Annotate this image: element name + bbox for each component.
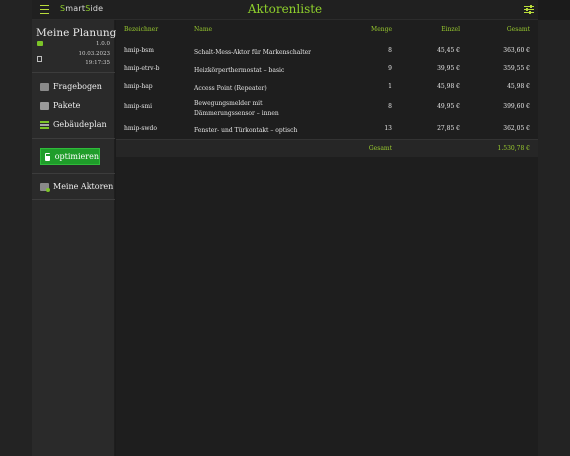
actuators-icon xyxy=(40,182,50,192)
cell-einzel: 27,85 € xyxy=(437,125,460,132)
nav-item-gebaeudeplan[interactable]: Gebäudeplan xyxy=(40,118,107,131)
cell-gesamt: 359,55 € xyxy=(503,65,530,72)
nav-item-label: Meine Aktoren xyxy=(53,182,114,191)
nav-item-label: Gebäudeplan xyxy=(53,120,107,129)
top-bar: SmartSide Aktorenliste xyxy=(32,0,538,20)
header-name[interactable]: Name xyxy=(194,26,212,33)
table-row[interactable]: hmip-smi Bewegungsmelder mit Dämmerungss… xyxy=(116,98,538,120)
footer-total-value: 1.530,78 € xyxy=(497,145,530,152)
table-row[interactable]: hmip-hap Access Point (Repeater) 1 45,98… xyxy=(116,83,538,95)
cell-menge: 1 xyxy=(388,83,392,90)
calculator-icon xyxy=(45,152,50,161)
cell-einzel: 45,98 € xyxy=(437,83,460,90)
cell-gesamt: 45,98 € xyxy=(507,83,530,90)
cell-name: Access Point (Repeater) xyxy=(194,85,267,92)
nav-item-fragebogen[interactable]: Fragebogen xyxy=(40,80,102,93)
sidebar-divider xyxy=(32,72,115,73)
cell-gesamt: 362,05 € xyxy=(503,125,530,132)
right-background-pane xyxy=(538,20,570,456)
cell-bezeichner: hmip-etrv-b xyxy=(124,65,160,72)
sidebar-divider xyxy=(32,173,115,174)
cell-name: Schalt-Mess-Aktor für Markenschalter xyxy=(194,49,312,56)
sidebar-divider xyxy=(32,138,115,139)
cell-gesamt: 399,60 € xyxy=(503,103,530,110)
cell-name-line2: Dämmerungssensor – innen xyxy=(194,110,279,117)
cell-einzel: 39,95 € xyxy=(437,65,460,72)
left-background-pane xyxy=(0,0,32,456)
footer-total-label: Gesamt xyxy=(368,145,392,152)
project-version: 1.0.0 xyxy=(96,41,110,47)
cell-menge: 13 xyxy=(384,125,392,132)
table-row[interactable]: hmip-bsm Schalt-Mess-Aktor für Markensch… xyxy=(116,47,538,59)
sidebar: Meine Planung 1.0.0 10.03.2023 19:17:35 … xyxy=(32,20,117,456)
nav-item-meine-aktoren[interactable]: Meine Aktoren xyxy=(40,180,113,193)
floorplan-icon xyxy=(40,120,49,129)
actuator-table: Bezeichner Name Menge Einzel Gesamt hmip… xyxy=(116,20,538,456)
project-time: 19:17:35 xyxy=(85,60,110,66)
cell-bezeichner: hmip-swdo xyxy=(124,125,158,132)
cell-bezeichner: hmip-smi xyxy=(124,103,153,110)
header-menge[interactable]: Menge xyxy=(371,26,392,33)
table-footer: Gesamt 1.530,78 € xyxy=(116,139,538,157)
cell-einzel: 45,45 € xyxy=(437,47,460,54)
page-title: Aktorenliste xyxy=(247,2,323,16)
cell-name: Heizkörperthermostat – basic xyxy=(194,67,285,74)
nav-item-label: Fragebogen xyxy=(53,82,102,91)
cell-bezeichner: hmip-bsm xyxy=(124,47,154,54)
project-title: Meine Planung xyxy=(36,27,117,39)
cell-bezeichner: hmip-hap xyxy=(124,83,153,90)
cell-name: Fenster- und Türkontakt – optisch xyxy=(194,127,298,134)
questionnaire-icon xyxy=(40,82,49,91)
nav-item-label: Pakete xyxy=(53,101,81,110)
project-date: 10.03.2023 xyxy=(78,51,111,57)
cell-einzel: 49,95 € xyxy=(437,103,460,110)
optimize-button[interactable]: optimieren xyxy=(40,148,100,165)
table-row[interactable]: hmip-etrv-b Heizkörperthermostat – basic… xyxy=(116,65,538,77)
header-bezeichner[interactable]: Bezeichner xyxy=(124,26,158,33)
cell-menge: 8 xyxy=(388,103,392,110)
package-icon xyxy=(40,101,49,110)
header-einzel[interactable]: Einzel xyxy=(441,26,460,33)
optimize-button-label: optimieren xyxy=(54,152,99,161)
save-icon[interactable] xyxy=(37,56,42,62)
sidebar-divider xyxy=(32,199,115,200)
table-row[interactable]: hmip-swdo Fenster- und Türkontakt – opti… xyxy=(116,125,538,137)
cell-menge: 8 xyxy=(388,47,392,54)
tag-icon xyxy=(37,41,43,46)
header-gesamt[interactable]: Gesamt xyxy=(507,26,530,33)
nav-item-pakete[interactable]: Pakete xyxy=(40,99,80,112)
cell-gesamt: 363,60 € xyxy=(503,47,530,54)
settings-icon[interactable] xyxy=(524,5,534,14)
cell-menge: 9 xyxy=(388,65,392,72)
table-header: Bezeichner Name Menge Einzel Gesamt xyxy=(116,26,538,40)
